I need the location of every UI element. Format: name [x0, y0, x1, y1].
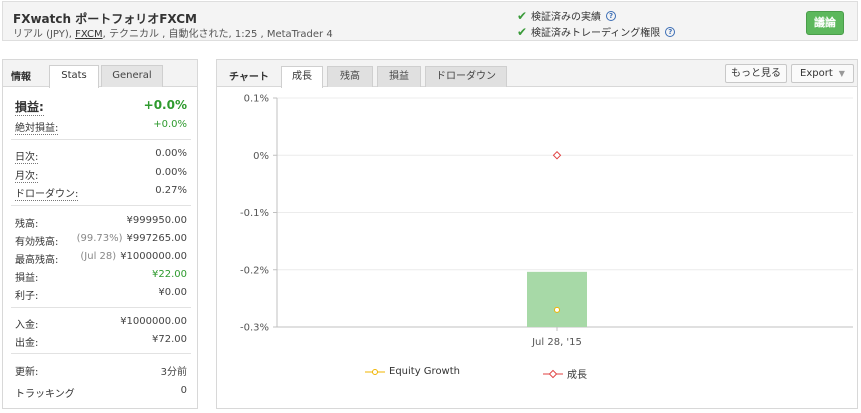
stat-value: 0.27% — [155, 185, 187, 196]
y-tick-label: -0.2% — [240, 265, 269, 276]
help-icon[interactable]: ? — [606, 10, 616, 21]
legend-equity-growth[interactable]: Equity Growth — [365, 366, 460, 377]
legend-growth[interactable]: 成長 — [543, 366, 587, 381]
legend-marker-icon — [543, 369, 563, 378]
stat-daily: 日次: 0.00% — [15, 148, 187, 164]
check-icon: ✔ — [517, 24, 528, 39]
legend-label: 成長 — [567, 370, 587, 381]
equity-percent: (99.73%) — [76, 233, 123, 244]
stat-label: 更新: — [15, 367, 39, 378]
stat-value: 0 — [180, 385, 187, 396]
stat-label: 出金: — [15, 338, 39, 349]
stat-label: 残高: — [15, 219, 39, 230]
stat-label: 絶対損益: — [15, 119, 59, 135]
stat-label: 入金: — [15, 320, 39, 331]
stat-value: ¥72.00 — [152, 334, 187, 345]
chart-heading: チャート — [229, 72, 269, 83]
more-button[interactable]: もっと見る — [725, 64, 787, 83]
divider — [11, 139, 191, 140]
stat-value: 0.00% — [155, 148, 187, 159]
stat-monthly: 月次: 0.00% — [15, 167, 187, 183]
stat-value: 3分前 — [160, 367, 187, 378]
stat-value: (Jul 28) ¥1000000.00 — [80, 251, 187, 266]
tab-drawdown[interactable]: ドローダウン — [425, 66, 507, 87]
help-icon[interactable]: ? — [665, 26, 676, 37]
stat-updated: 更新: 3分前 — [15, 363, 187, 378]
stat-label: 損益: — [15, 100, 44, 116]
stat-profit-amount: 損益: ¥22.00 — [15, 269, 187, 284]
info-heading: 情報 — [11, 72, 31, 83]
stat-label: 有効残高: — [15, 237, 59, 248]
stat-highest-balance: 最高残高: (Jul 28) ¥1000000.00 — [15, 251, 187, 266]
check-icon: ✔ — [517, 8, 528, 23]
highest-date: (Jul 28) — [80, 251, 117, 262]
stat-drawdown: ドローダウン: 0.27% — [15, 185, 187, 201]
stat-balance: 残高: ¥999950.00 — [15, 215, 187, 230]
dropdown-arrow-icon: ▼ — [838, 69, 845, 78]
info-panel: 情報 Stats General 損益: +0.0% 絶対損益: +0.0% 日… — [2, 59, 198, 409]
broker-link[interactable]: FXCM — [75, 29, 103, 40]
stat-label: 利子: — [15, 291, 39, 302]
divider — [11, 353, 191, 354]
stat-label: 日次: — [15, 148, 39, 164]
tab-profit[interactable]: 損益 — [377, 66, 421, 87]
info-tabs-bar: 情報 Stats General — [3, 60, 197, 88]
point-equity-growth — [554, 306, 560, 313]
stat-value: ¥999950.00 — [126, 215, 187, 226]
stat-absolute-profit: 絶対損益: +0.0% — [15, 119, 187, 135]
equity-amount: ¥997265.00 — [126, 233, 187, 244]
y-tick-label: -0.3% — [240, 323, 269, 334]
subtitle-prefix: リアル (JPY), — [13, 29, 76, 40]
y-tick-label: 0% — [253, 151, 269, 162]
x-tick-label: Jul 28, '15 — [531, 337, 582, 348]
stat-label: 損益: — [15, 273, 39, 284]
verified-track-label: 検証済みの実績 — [531, 12, 601, 23]
verified-privileges-label: 検証済みトレーディング権限 — [531, 28, 661, 39]
legend-label: Equity Growth — [389, 366, 460, 377]
stat-tracking: トラッキング 0 — [15, 385, 187, 400]
verified-trading-privileges: ✔ 検証済みトレーディング権限 ? — [517, 24, 676, 39]
stat-interest: 利子: ¥0.00 — [15, 287, 187, 302]
discuss-button[interactable]: 議論 — [806, 11, 844, 35]
account-header: FXwatch ポートフォリオFXCM リアル (JPY), FXCM, テクニ… — [2, 1, 858, 41]
stat-value: +0.0% — [153, 119, 187, 130]
stat-value: ¥1000000.00 — [120, 316, 187, 327]
export-label: Export — [800, 68, 833, 79]
bar-equity-growth — [527, 271, 587, 327]
highest-amount: ¥1000000.00 — [120, 251, 187, 262]
y-tick-label: -0.1% — [240, 208, 269, 219]
stat-label: 最高残高: — [15, 255, 59, 266]
point-growth — [552, 151, 562, 160]
growth-chart: 0.1% 0% -0.1% -0.2% -0.3% Jul 28, '15 — [240, 94, 853, 348]
stat-equity: 有効残高: (99.73%) ¥997265.00 — [15, 233, 187, 248]
stat-value: 0.00% — [155, 167, 187, 178]
tab-growth[interactable]: 成長 — [281, 66, 323, 88]
stat-label: トラッキング — [15, 389, 75, 400]
stat-value: ¥22.00 — [152, 269, 187, 280]
verified-track-record: ✔ 検証済みの実績 ? — [517, 8, 616, 23]
chart-panel: チャート 成長 残高 損益 ドローダウン もっと見る Export ▼ 0.1% 0… — [216, 59, 858, 409]
tab-general[interactable]: General — [101, 65, 163, 87]
tab-balance[interactable]: 残高 — [327, 66, 373, 87]
divider — [11, 205, 191, 206]
tab-stats[interactable]: Stats — [49, 65, 99, 88]
subtitle-suffix: , テクニカル , 自動化された, 1:25 , MetaTrader 4 — [102, 29, 333, 40]
stat-withdrawals: 出金: ¥72.00 — [15, 334, 187, 349]
stat-value: ¥0.00 — [158, 287, 187, 298]
account-subtitle: リアル (JPY), FXCM, テクニカル , 自動化された, 1:25 , … — [13, 25, 333, 40]
chart-tabs-bar: チャート 成長 残高 損益 ドローダウン もっと見る Export ▼ — [217, 60, 857, 88]
divider — [11, 307, 191, 308]
legend-marker-icon — [365, 368, 385, 375]
stat-value: +0.0% — [143, 98, 187, 112]
y-tick-label: 0.1% — [244, 94, 269, 105]
stat-deposits: 入金: ¥1000000.00 — [15, 316, 187, 331]
stat-value: (99.73%) ¥997265.00 — [77, 233, 187, 248]
stat-label: 月次: — [15, 167, 39, 183]
export-button[interactable]: Export ▼ — [791, 64, 854, 83]
stat-label: ドローダウン: — [15, 185, 79, 201]
stat-profit: 損益: +0.0% — [15, 98, 187, 116]
